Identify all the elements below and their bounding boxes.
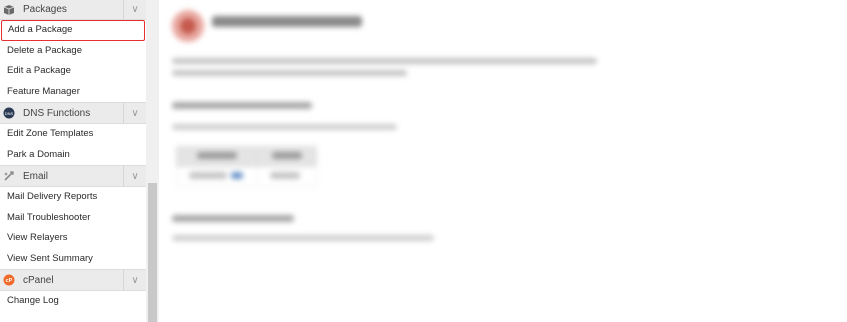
dns-icon: DNS [2, 106, 16, 120]
sidebar-scrollbar[interactable] [146, 0, 159, 322]
section-title: Packages [23, 4, 67, 15]
main-content [160, 0, 847, 322]
content-table-blurred [176, 146, 317, 187]
section-title: cPanel [23, 274, 54, 286]
chevron-down-icon[interactable]: ∨ [123, 103, 146, 123]
page-description-blurred [172, 56, 602, 86]
sidebar-item-view-sent-summary[interactable]: View Sent Summary [0, 249, 146, 270]
section-text-blurred [172, 234, 442, 246]
sidebar-item-view-relayers[interactable]: View Relayers [0, 228, 146, 249]
sidebar-item-edit-zone-templates[interactable]: Edit Zone Templates [0, 124, 146, 145]
svg-text:cP: cP [6, 278, 13, 284]
sidebar-item-delete-package[interactable]: Delete a Package [0, 41, 146, 62]
sidebar-item-edit-package[interactable]: Edit a Package [0, 61, 146, 82]
table-header-cell [257, 146, 317, 167]
section-text-blurred [172, 123, 402, 135]
table-cell [257, 166, 317, 187]
sidebar-item-feature-manager[interactable]: Feature Manager [0, 82, 146, 103]
scrollbar-thumb[interactable] [148, 183, 157, 322]
sidebar-section-dns[interactable]: DNS DNS Functions ∨ [0, 102, 146, 124]
section-title: DNS Functions [23, 107, 91, 119]
table-row [176, 166, 317, 187]
table-cell [176, 166, 258, 187]
package-icon [2, 3, 16, 17]
svg-text:DNS: DNS [5, 111, 14, 116]
sidebar-section-cpanel[interactable]: cP cPanel ∨ [0, 269, 146, 291]
chevron-down-icon[interactable]: ∨ [123, 166, 146, 186]
section-title: Email [23, 170, 49, 182]
sidebar: Packages ∨ Add a Package Delete a Packag… [0, 0, 147, 322]
sidebar-section-packages[interactable]: Packages ∨ [0, 0, 146, 20]
section-heading-blurred [172, 214, 302, 226]
table-header-cell [176, 146, 258, 167]
sidebar-item-mail-delivery-reports[interactable]: Mail Delivery Reports [0, 187, 146, 208]
cpanel-icon: cP [2, 273, 16, 287]
email-icon [2, 169, 16, 183]
page-icon [172, 10, 204, 42]
sidebar-item-park-domain[interactable]: Park a Domain [0, 145, 146, 166]
section-heading-blurred [172, 101, 322, 113]
sidebar-section-email[interactable]: Email ∨ [0, 165, 146, 187]
chevron-down-icon[interactable]: ∨ [123, 0, 146, 19]
chevron-down-icon[interactable]: ∨ [123, 270, 146, 290]
sidebar-item-mail-troubleshooter[interactable]: Mail Troubleshooter [0, 208, 146, 229]
sidebar-item-add-package[interactable]: Add a Package [1, 20, 145, 41]
page-title-blurred [212, 14, 372, 35]
sidebar-item-change-log[interactable]: Change Log [0, 291, 146, 312]
